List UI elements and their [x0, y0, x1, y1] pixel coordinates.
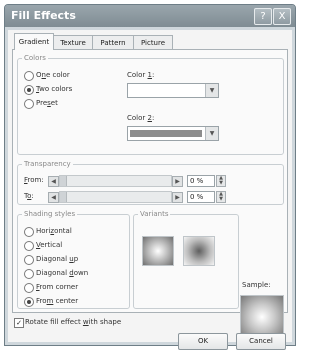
transparency-legend: Transparency — [24, 160, 71, 168]
variant-swatch-light-center[interactable] — [142, 236, 174, 266]
to-label: To: — [24, 192, 34, 200]
sample-label: Sample: — [242, 281, 271, 289]
to-slider[interactable] — [59, 191, 172, 203]
tab-pattern[interactable]: Pattern — [92, 35, 134, 50]
fill-effects-dialog: Fill Effects ? X Gradient Texture Patter… — [4, 4, 296, 350]
to-slider-thumb[interactable] — [60, 192, 67, 202]
from-slider[interactable] — [59, 175, 172, 187]
color1-label: Color 1: — [127, 71, 155, 79]
one-color-label[interactable]: One color — [36, 71, 70, 79]
dialog-body: Gradient Texture Pattern Picture Colors … — [8, 30, 292, 350]
from-decrease-arrow-icon[interactable]: ◀ — [48, 176, 59, 187]
shading-styles-legend: Shading styles — [24, 210, 76, 218]
variants-legend: Variants — [140, 210, 169, 218]
colors-legend: Colors — [24, 54, 46, 62]
gradient-panel: Colors One color Two colors Preset Color… — [12, 49, 288, 339]
cancel-button[interactable]: Cancel — [236, 333, 286, 350]
title-bar[interactable]: Fill Effects ? X — [5, 5, 295, 27]
two-colors-radio[interactable] — [24, 85, 34, 95]
preset-label[interactable]: Preset — [36, 99, 58, 107]
color2-swatch — [130, 130, 202, 137]
dialog-title: Fill Effects — [11, 9, 76, 22]
close-button[interactable]: X — [273, 8, 291, 25]
from-slider-thumb[interactable] — [60, 176, 67, 186]
diagonal-up-label[interactable]: Diagonal up — [36, 255, 78, 263]
chevron-down-icon[interactable]: ▼ — [205, 127, 218, 140]
vertical-label[interactable]: Vertical — [36, 241, 62, 249]
to-increase-arrow-icon[interactable]: ▶ — [172, 192, 183, 203]
from-value-input[interactable]: 0 % — [187, 175, 215, 187]
to-value-input[interactable]: 0 % — [187, 191, 215, 203]
chevron-down-icon[interactable]: ▼ — [205, 84, 218, 97]
color1-dropdown[interactable]: ▼ — [127, 83, 219, 98]
from-increase-arrow-icon[interactable]: ▶ — [172, 176, 183, 187]
to-spinner[interactable]: ▲ ▼ — [216, 191, 226, 203]
ok-button[interactable]: OK — [178, 333, 228, 350]
tab-texture[interactable]: Texture — [53, 35, 93, 50]
two-colors-label[interactable]: Two colors — [36, 85, 72, 93]
tab-picture[interactable]: Picture — [133, 35, 173, 50]
variant-swatch-dark-center[interactable] — [183, 236, 215, 266]
horizontal-label[interactable]: Horizontal — [36, 227, 72, 235]
one-color-radio[interactable] — [24, 71, 34, 81]
color2-dropdown[interactable]: ▼ — [127, 126, 219, 141]
to-decrease-arrow-icon[interactable]: ◀ — [48, 192, 59, 203]
tab-gradient[interactable]: Gradient — [14, 33, 54, 50]
from-label: From: — [24, 176, 44, 184]
from-center-label[interactable]: From center — [36, 297, 78, 305]
diagonal-down-radio[interactable] — [24, 269, 34, 279]
vertical-radio[interactable] — [24, 241, 34, 251]
rotate-fill-label[interactable]: Rotate fill effect with shape — [25, 318, 121, 326]
color2-label: Color 2: — [127, 114, 155, 122]
from-spinner[interactable]: ▲ ▼ — [216, 175, 226, 187]
help-button[interactable]: ? — [254, 8, 272, 25]
diagonal-down-label[interactable]: Diagonal down — [36, 269, 88, 277]
from-corner-label[interactable]: From corner — [36, 283, 78, 291]
horizontal-radio[interactable] — [24, 227, 34, 237]
from-center-radio[interactable] — [24, 297, 34, 307]
from-corner-radio[interactable] — [24, 283, 34, 293]
rotate-fill-checkbox[interactable]: ✓ — [14, 318, 24, 328]
preset-radio[interactable] — [24, 99, 34, 109]
diagonal-up-radio[interactable] — [24, 255, 34, 265]
